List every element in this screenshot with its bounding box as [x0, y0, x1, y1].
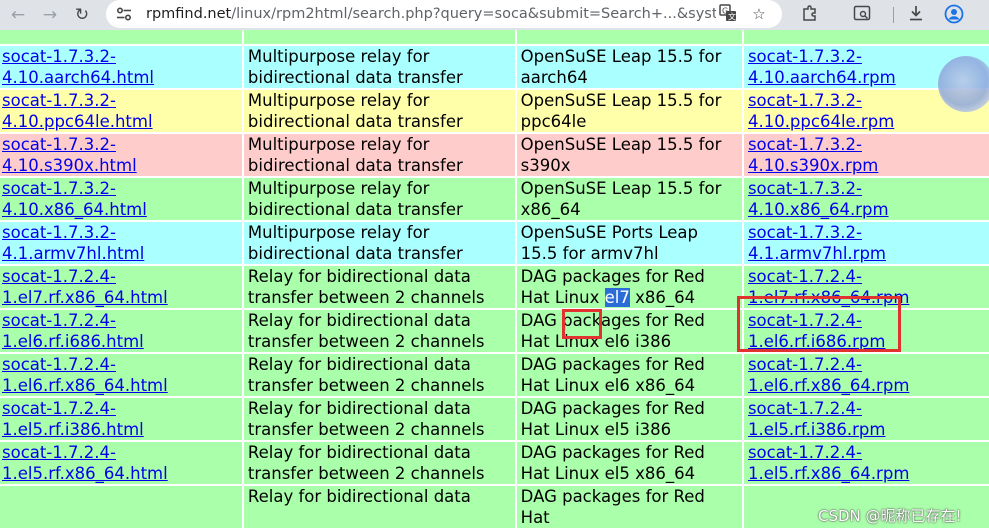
- results-table: 150600.18.4.x86_64.htmlbidirectional dat…: [0, 30, 989, 530]
- distribution-cell: x86_64: [516, 30, 742, 44]
- package-page-link[interactable]: socat-1.7.3.2-4.10.aarch64.html: [2, 47, 154, 87]
- rpm-download-link[interactable]: socat-1.7.3.2-4.10.aarch64.rpm: [748, 47, 896, 87]
- package-page-link[interactable]: socat-1.7.3.2-4.1.armv7hl.html: [2, 223, 144, 263]
- summary-cell: Multipurpose relay for bidirectional dat…: [243, 222, 515, 264]
- distribution-cell: DAG packages for Red Hat Linux el5 i386: [516, 398, 742, 440]
- package-name-cell: socat-1.7.2.4-1.el6.rf.i686.html: [0, 310, 242, 352]
- url-domain: rpmfind.net: [146, 6, 232, 22]
- rpm-file-cell: socat-1.7.2.4-1.el6.rf.x86_64.rpm: [743, 354, 989, 396]
- package-page-link[interactable]: socat-1.7.2.4-1.el5.rf.x86_64.html: [2, 443, 168, 483]
- rpm-file-cell: socat-1.7.3.2-4.10.s390x.rpm: [743, 134, 989, 176]
- package-name-cell: socat-1.7.3.2-4.10.s390x.html: [0, 134, 242, 176]
- summary-cell: Relay for bidirectional data transfer be…: [243, 310, 515, 352]
- package-name-cell: socat-1.7.3.2-4.10.aarch64.html: [0, 46, 242, 88]
- distribution-cell: DAG packages for Red Hat Linux el7 x86_6…: [516, 266, 742, 308]
- table-row: socat-1.7.3.2-4.10.aarch64.html Multipurp…: [0, 46, 989, 88]
- table-row: 150600.18.4.x86_64.htmlbidirectional dat…: [0, 30, 989, 44]
- package-name-cell: [0, 486, 242, 528]
- rpm-file-cell: socat-1.7.3.2-4.10.x86_64.rpm: [743, 178, 989, 220]
- page-viewport: 150600.18.4.x86_64.htmlbidirectional dat…: [0, 30, 989, 532]
- rpm-download-link[interactable]: socat-1.7.3.2-4.1.armv7hl.rpm: [748, 223, 886, 263]
- package-name-cell: socat-1.7.3.2-4.10.ppc64le.html: [0, 90, 242, 132]
- package-page-link[interactable]: socat-1.7.3.2-4.10.ppc64le.html: [2, 91, 153, 131]
- table-row: socat-1.7.3.2-4.10.ppc64le.html Multipurp…: [0, 90, 989, 132]
- rpm-download-link[interactable]: socat-1.7.3.2-4.10.s390x.rpm: [748, 135, 878, 175]
- distribution-cell: DAG packages for Red Hat Linux el5 x86_6…: [516, 442, 742, 484]
- browser-toolbar: ← → ↻ rpmfind.net/linux/rpm2html/search.…: [0, 0, 989, 30]
- package-name-cell: 150600.18.4.x86_64.html: [0, 30, 242, 44]
- package-page-link[interactable]: socat-1.7.2.4-1.el6.rf.i686.html: [2, 311, 144, 351]
- distribution-text: x86_64: [629, 288, 696, 307]
- svg-text:文: 文: [728, 12, 736, 22]
- url-text[interactable]: rpmfind.net/linux/rpm2html/search.php?qu…: [146, 3, 716, 25]
- distribution-cell: OpenSuSE Leap 15.5 for ppc64le: [516, 90, 742, 132]
- download-icon[interactable]: [905, 4, 927, 26]
- forward-icon[interactable]: →: [40, 5, 60, 25]
- bookmark-star-icon[interactable]: ☆: [749, 4, 769, 24]
- rpm-file-cell: socat-1.7.3.2-4.1.armv7hl.rpm: [743, 222, 989, 264]
- summary-cell: Multipurpose relay for bidirectional dat…: [243, 46, 515, 88]
- package-name-cell: socat-1.7.2.4-1.el7.rf.x86_64.html: [0, 266, 242, 308]
- package-name-cell: socat-1.7.3.2-4.1.armv7hl.html: [0, 222, 242, 264]
- rpm-download-link[interactable]: socat-1.7.2.4-1.el5.rf.i386.rpm: [748, 399, 886, 439]
- watermark: CSDN @昵称已存在!: [818, 507, 962, 525]
- package-name-cell: socat-1.7.2.4-1.el5.rf.i386.html: [0, 398, 242, 440]
- distribution-cell: DAG packages for Red Hat Linux el6 i386: [516, 310, 742, 352]
- rpm-download-link[interactable]: socat-1.7.2.4-1.el5.rf.x86_64.rpm: [748, 443, 909, 483]
- distribution-cell: OpenSuSE Leap 15.5 for x86_64: [516, 178, 742, 220]
- summary-cell: Relay for bidirectional data transfer be…: [243, 442, 515, 484]
- rpm-download-link[interactable]: socat-1.7.2.4-1.el6.rf.x86_64.rpm: [748, 355, 909, 395]
- distribution-cell: OpenSuSE Leap 15.5 for aarch64: [516, 46, 742, 88]
- floating-assistant-button[interactable]: [938, 56, 989, 112]
- table-row: socat-1.7.3.2-4.1.armv7hl.html Multipurpo…: [0, 222, 989, 264]
- distribution-cell: OpenSuSE Ports Leap 15.5 for armv7hl: [516, 222, 742, 264]
- distribution-cell: OpenSuSE Leap 15.5 for s390x: [516, 134, 742, 176]
- url-path: /linux/rpm2html/search.php?query=soca&su…: [231, 6, 716, 22]
- package-name-cell: socat-1.7.2.4-1.el6.rf.x86_64.html: [0, 354, 242, 396]
- package-page-link[interactable]: socat-1.7.2.4-1.el5.rf.i386.html: [2, 399, 144, 439]
- site-info-icon[interactable]: [116, 6, 132, 22]
- summary-cell: Multipurpose relay for bidirectional dat…: [243, 90, 515, 132]
- package-name-cell: socat-1.7.3.2-4.10.x86_64.html: [0, 178, 242, 220]
- package-page-link[interactable]: socat-1.7.2.4-1.el7.rf.x86_64.html: [2, 267, 168, 307]
- translate-icon[interactable]: G文: [718, 4, 738, 24]
- summary-cell: bidirectional data transfer: [243, 30, 515, 44]
- table-row: socat-1.7.2.4-1.el6.rf.x86_64.html Relay …: [0, 354, 989, 396]
- package-page-link[interactable]: socat-1.7.3.2-4.10.s390x.html: [2, 135, 137, 175]
- address-bar[interactable]: rpmfind.net/linux/rpm2html/search.php?qu…: [106, 0, 782, 28]
- package-page-link[interactable]: socat-1.7.2.4-1.el6.rf.x86_64.html: [2, 355, 168, 395]
- table-row: socat-1.7.3.2-4.10.s390x.html Multipurpos…: [0, 134, 989, 176]
- summary-cell: Relay for bidirectional data: [243, 486, 515, 528]
- distribution-cell: DAG packages for Red Hat Linux el6 x86_6…: [516, 354, 742, 396]
- back-icon[interactable]: ←: [8, 5, 28, 25]
- profile-icon[interactable]: [943, 4, 965, 26]
- highlight-box-rpm-link: [737, 296, 901, 352]
- distribution-cell: DAG packages for Red Hat: [516, 486, 742, 528]
- table-row: socat-1.7.2.4-1.el5.rf.i386.html Relay fo…: [0, 398, 989, 440]
- toolbar-divider: [893, 7, 894, 23]
- package-page-link[interactable]: socat-1.7.3.2-4.10.x86_64.html: [2, 179, 147, 219]
- summary-cell: Relay for bidirectional data transfer be…: [243, 398, 515, 440]
- extensions-icon[interactable]: [799, 4, 821, 26]
- rpm-download-link[interactable]: socat-1.7.3.2-4.10.ppc64le.rpm: [748, 91, 894, 131]
- reload-icon[interactable]: ↻: [72, 5, 92, 25]
- table-row: socat-1.7.3.2-4.10.x86_64.html Multipurpo…: [0, 178, 989, 220]
- rpm-file-cell: socat-1.7.2.4-1.el5.rf.x86_64.rpm: [743, 442, 989, 484]
- package-name-cell: socat-1.7.2.4-1.el5.rf.x86_64.html: [0, 442, 242, 484]
- highlight-box-el7: [562, 309, 602, 339]
- summary-cell: Multipurpose relay for bidirectional dat…: [243, 178, 515, 220]
- summary-cell: Relay for bidirectional data transfer be…: [243, 266, 515, 308]
- rpm-file-cell: socat-1.7.2.4-1.el5.rf.i386.rpm: [743, 398, 989, 440]
- summary-cell: Relay for bidirectional data transfer be…: [243, 354, 515, 396]
- rpm-download-link[interactable]: socat-1.7.3.2-4.10.x86_64.rpm: [748, 179, 889, 219]
- rpm-file-cell: 150600.18.4.x86_64.rpm: [743, 30, 989, 44]
- summary-cell: Multipurpose relay for bidirectional dat…: [243, 134, 515, 176]
- selected-text-el7: el7: [604, 288, 630, 307]
- table-row: socat-1.7.2.4-1.el5.rf.x86_64.html Relay …: [0, 442, 989, 484]
- tab-search-icon[interactable]: [851, 4, 873, 26]
